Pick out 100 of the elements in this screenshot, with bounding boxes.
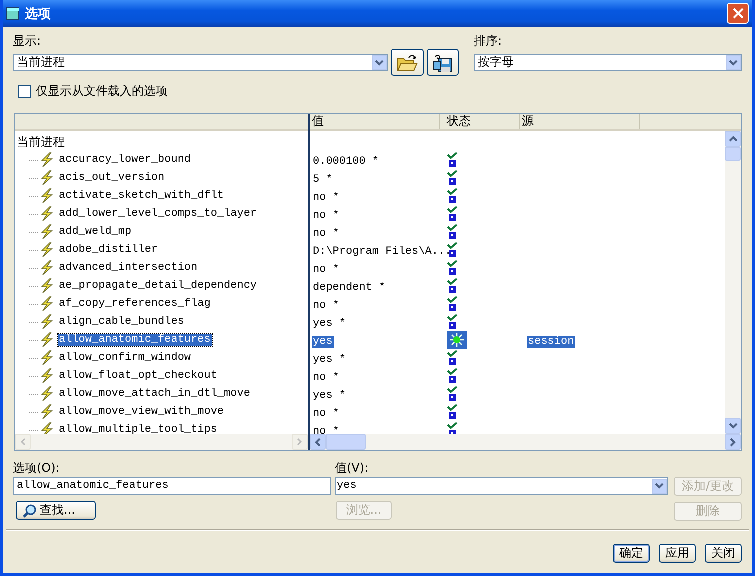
table-cell: no * xyxy=(312,408,340,420)
option-name[interactable]: allow_move_view_with_move xyxy=(58,406,226,418)
scroll-thumb[interactable] xyxy=(725,147,741,161)
option-name[interactable]: add_weld_mp xyxy=(58,226,133,238)
option-label: 选项(O): xyxy=(13,460,61,477)
check-status-icon xyxy=(447,170,459,186)
scroll-up-button[interactable] xyxy=(725,131,741,147)
value-label: 值(V): xyxy=(335,460,370,477)
floppy-disk-icon xyxy=(432,52,454,72)
table-cell: D:\Program Files\A... xyxy=(312,246,453,258)
table-cell: 5 * xyxy=(312,174,334,186)
table-cell: yes * xyxy=(312,354,348,366)
scroll-left-button[interactable] xyxy=(310,434,326,450)
dialog-button[interactable]: 应用 xyxy=(659,544,696,563)
check-status-icon xyxy=(447,242,459,258)
table-cell: dependent * xyxy=(312,282,387,294)
check-status-icon xyxy=(447,224,459,240)
display-label: 显示: xyxy=(13,33,42,50)
lightning-icon xyxy=(39,332,55,348)
lightning-icon xyxy=(39,314,55,330)
lightning-icon xyxy=(39,152,55,168)
close-icon xyxy=(732,8,744,19)
check-status-icon xyxy=(447,260,459,276)
horizontal-scrollbar[interactable] xyxy=(310,434,741,450)
table-cell: no * xyxy=(312,426,340,434)
checkbox[interactable] xyxy=(18,85,31,98)
check-status-icon xyxy=(447,278,459,294)
column-header[interactable]: 源 xyxy=(520,114,640,129)
option-name[interactable]: align_cable_bundles xyxy=(58,316,186,328)
scroll-right-button[interactable] xyxy=(725,434,741,450)
lightning-icon xyxy=(39,404,55,420)
check-status-icon xyxy=(447,188,459,204)
lightning-icon xyxy=(39,368,55,384)
option-name[interactable]: acis_out_version xyxy=(58,172,166,184)
table-cell: 0.000100 * xyxy=(312,156,380,168)
option-name[interactable]: allow_move_attach_in_dtl_move xyxy=(58,388,252,400)
table-cell: yes * xyxy=(312,318,348,330)
table-cell: yes xyxy=(312,336,334,348)
check-status-icon xyxy=(447,152,459,168)
option-name[interactable]: accuracy_lower_bound xyxy=(58,154,192,166)
check-status-icon xyxy=(447,350,459,366)
checkbox-label: 仅显示从文件载入的选项 xyxy=(36,83,168,100)
lightning-icon xyxy=(39,170,55,186)
check-status-icon xyxy=(447,206,459,222)
lightning-icon xyxy=(39,350,55,366)
table-cell: session xyxy=(527,336,576,348)
lightning-icon xyxy=(39,206,55,222)
scroll-thumb[interactable] xyxy=(326,434,366,450)
vertical-scrollbar[interactable] xyxy=(725,131,741,434)
column-header[interactable]: 状态 xyxy=(440,114,520,129)
dialog-button[interactable]: 确定 xyxy=(613,544,650,563)
check-status-icon xyxy=(447,314,459,330)
check-status-icon xyxy=(447,386,459,402)
table-cell: no * xyxy=(312,300,340,312)
find-button[interactable]: 查找... xyxy=(16,501,96,520)
dialog-button[interactable]: 关闭 xyxy=(705,544,742,563)
save-file-button[interactable] xyxy=(426,49,459,76)
table-cell: no * xyxy=(312,264,340,276)
lightning-icon xyxy=(39,242,55,258)
sort-label: 排序: xyxy=(474,33,504,50)
lightning-icon xyxy=(39,278,55,294)
display-dropdown[interactable]: 当前进程 xyxy=(13,54,388,71)
table-cell: no * xyxy=(312,210,340,222)
lightning-icon xyxy=(39,386,55,402)
option-name[interactable]: allow_confirm_window xyxy=(58,352,192,364)
check-status-icon xyxy=(447,296,459,312)
tree-group-label[interactable]: 当前进程 xyxy=(15,134,65,150)
check-status-icon xyxy=(447,404,459,420)
window-title: 选项 xyxy=(25,6,51,22)
table-cell: no * xyxy=(312,228,340,240)
lightning-icon xyxy=(39,422,55,434)
open-folder-icon xyxy=(396,52,418,72)
close-button[interactable] xyxy=(727,3,749,24)
open-file-button[interactable] xyxy=(391,49,424,76)
lightning-icon xyxy=(39,188,55,204)
table-cell: no * xyxy=(312,192,340,204)
search-icon xyxy=(23,504,37,518)
check-status-icon xyxy=(447,368,459,384)
option-name[interactable]: allow_float_opt_checkout xyxy=(58,370,218,382)
option-name[interactable]: allow_multiple_tool_tips xyxy=(58,424,218,434)
lightning-icon xyxy=(39,260,55,276)
column-header[interactable]: 值 xyxy=(310,114,440,129)
lightning-icon xyxy=(39,224,55,240)
sort-dropdown[interactable]: 按字母 xyxy=(474,54,742,71)
option-name[interactable]: advanced_intersection xyxy=(58,262,199,274)
option-name[interactable]: allow_anatomic_features xyxy=(58,334,212,346)
option-input-field[interactable]: allow_anatomic_features xyxy=(13,477,331,495)
table-cell: yes * xyxy=(312,390,348,402)
option-name[interactable]: af_copy_references_flag xyxy=(58,298,212,310)
option-name[interactable]: adobe_distiller xyxy=(58,244,160,256)
value-dropdown[interactable]: yes xyxy=(335,477,668,495)
option-name[interactable]: ae_propagate_detail_dependency xyxy=(58,280,258,292)
check-status-icon xyxy=(447,422,459,434)
window-icon xyxy=(6,6,20,20)
star-status-icon xyxy=(447,331,467,349)
option-name[interactable]: add_lower_level_comps_to_layer xyxy=(58,208,258,220)
scroll-down-button[interactable] xyxy=(725,418,741,434)
table-cell: no * xyxy=(312,372,340,384)
lightning-icon xyxy=(39,296,55,312)
option-name[interactable]: activate_sketch_with_dflt xyxy=(58,190,226,202)
